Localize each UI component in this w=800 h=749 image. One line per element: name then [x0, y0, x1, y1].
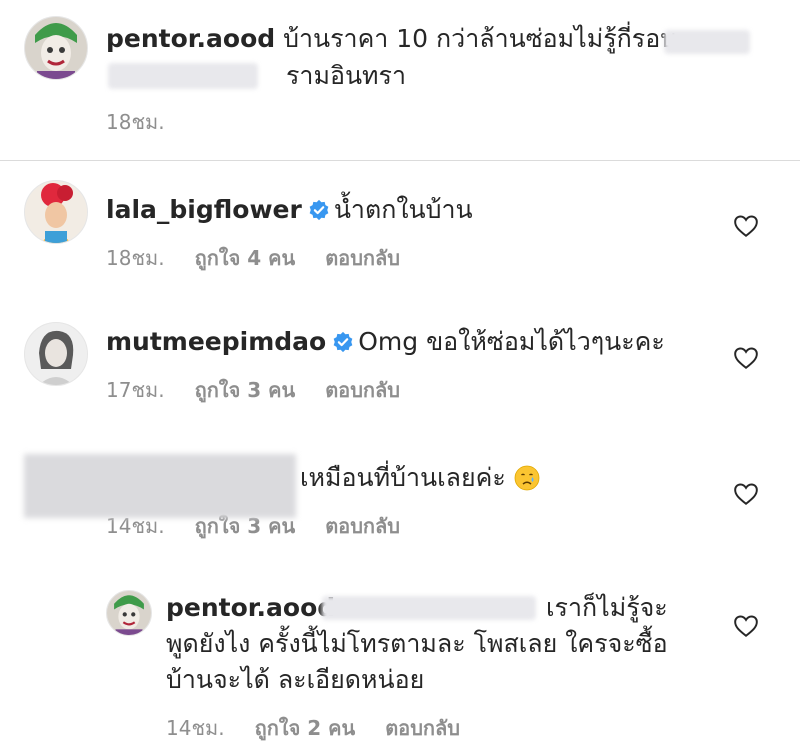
username[interactable]: pentor.aood	[106, 24, 275, 53]
avatar[interactable]	[106, 590, 152, 636]
comment-text: น้ำตกในบ้าน	[333, 195, 473, 224]
heart-icon[interactable]	[733, 482, 759, 506]
comment-text: พูดยังไง ครั้งนี้ไม่โทรตามละ โพสเลย ใครจ…	[166, 629, 668, 658]
comment-text: รามอินทรา	[286, 61, 406, 90]
original-post-text: pentor.aood บ้านราคา 10 กว่าล้านซ่อมไม่ร…	[106, 19, 756, 59]
redacted-text	[664, 30, 750, 54]
timestamp: 14ชม.	[166, 716, 225, 740]
comment-text: บ้านจะได้ ละเอียดหน่อย	[166, 665, 425, 694]
timestamp: 17ชม.	[106, 378, 165, 402]
likes-count[interactable]: ถูกใจ 3 คน	[195, 374, 296, 406]
avatar[interactable]	[24, 16, 88, 80]
comment-text: เราก็ไม่รู้จะ	[546, 593, 668, 622]
comment-meta: 17ชม. ถูกใจ 3 คน ตอบกลับ	[106, 374, 430, 406]
comment-text-line: mutmeepimdao Omg ขอให้ซ่อมได้ไวๆนะคะ	[106, 322, 726, 362]
divider	[0, 160, 800, 161]
reply-button[interactable]: ตอบกลับ	[325, 510, 400, 542]
original-post: pentor.aood บ้านราคา 10 กว่าล้านซ่อมไม่ร…	[0, 0, 800, 160]
comment-meta: 18ชม.	[106, 106, 195, 138]
heart-icon[interactable]	[733, 214, 759, 238]
reply-item: pentor.aood เราก็ไม่รู้จะ พูดยังไง ครั้ง…	[0, 588, 800, 748]
comment-item: lala_bigflower น้ำตกในบ้าน 18ชม. ถูกใจ 4 ค…	[0, 180, 800, 290]
redacted-text	[108, 63, 258, 89]
comment-item: mutmeepimdao Omg ขอให้ซ่อมได้ไวๆนะคะ 17ชม…	[0, 312, 800, 422]
comment-text-line: เหมือนที่บ้านเลยค่ะ	[300, 458, 720, 498]
username[interactable]: lala_bigflower	[106, 195, 302, 224]
heart-icon[interactable]	[733, 346, 759, 370]
reply-button[interactable]: ตอบกลับ	[325, 374, 400, 406]
comment-item: เหมือนที่บ้านเลยค่ะ 14ชม. ถูกใจ 3 คน ตอบกล…	[0, 448, 800, 558]
comment-meta: 18ชม. ถูกใจ 4 คน ตอบกลับ	[106, 242, 430, 274]
crying-face-emoji	[514, 465, 540, 491]
username[interactable]: pentor.aood	[166, 593, 335, 622]
timestamp: 18ชม.	[106, 246, 165, 270]
likes-count[interactable]: ถูกใจ 2 คน	[255, 712, 356, 744]
redacted-region	[24, 454, 296, 518]
redacted-text	[322, 596, 536, 620]
comment-text-line: pentor.aood	[166, 588, 335, 628]
reply-button[interactable]: ตอบกลับ	[325, 242, 400, 274]
comment-text-line: lala_bigflower น้ำตกในบ้าน	[106, 190, 726, 230]
verified-badge-icon	[333, 331, 353, 353]
heart-icon[interactable]	[733, 614, 759, 638]
comment-meta: 14ชม. ถูกใจ 2 คน ตอบกลับ	[166, 712, 490, 744]
avatar[interactable]	[24, 180, 88, 244]
username[interactable]: mutmeepimdao	[106, 327, 326, 356]
likes-count[interactable]: ถูกใจ 4 คน	[195, 242, 296, 274]
avatar[interactable]	[24, 322, 88, 386]
timestamp: 18ชม.	[106, 110, 165, 134]
verified-badge-icon	[309, 199, 329, 221]
reply-button[interactable]: ตอบกลับ	[385, 712, 460, 744]
comment-text: บ้านราคา 10 กว่าล้านซ่อมไม่รู้กี่รอบ	[283, 24, 677, 53]
comment-text: เหมือนที่บ้านเลยค่ะ	[300, 463, 506, 492]
comment-text: Omg ขอให้ซ่อมได้ไวๆนะคะ	[358, 327, 665, 356]
